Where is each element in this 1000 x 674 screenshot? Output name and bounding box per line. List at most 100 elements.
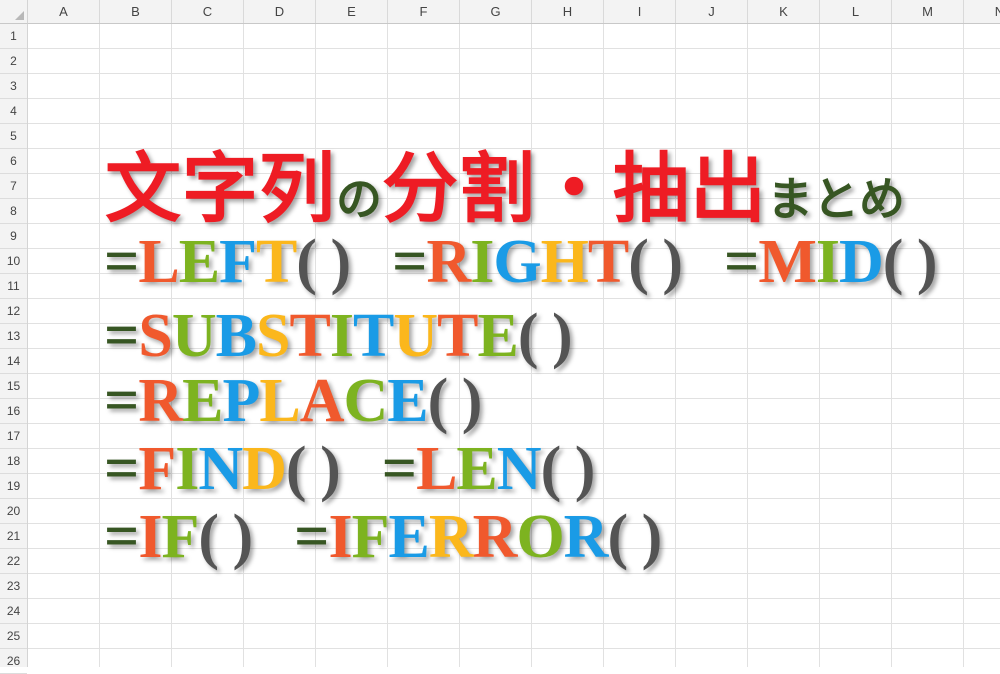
formula-char: E [387, 367, 428, 435]
column-header-c[interactable]: C [172, 0, 244, 23]
formula-char: N [198, 435, 243, 503]
formula-line-3: =REPLACE( ) [104, 366, 483, 437]
formula-char: T [289, 302, 330, 370]
formula-char: = [104, 302, 139, 370]
column-header-b[interactable]: B [100, 0, 172, 23]
formula-char: F [219, 228, 257, 296]
column-header-l[interactable]: L [820, 0, 892, 23]
row-header-26[interactable]: 26 [0, 649, 27, 674]
formula-function: =LEN( ) [381, 435, 596, 503]
row-header-21[interactable]: 21 [0, 524, 27, 549]
formula-function: =SUBSTITUTE( ) [104, 302, 573, 370]
formula-char: ( ) [285, 435, 341, 503]
formula-char: E [178, 228, 220, 296]
row-header-19[interactable]: 19 [0, 474, 27, 499]
formula-char: U [171, 302, 217, 370]
formula-line-1: =LEFT( ) =RIGHT( ) =MID( ) [104, 227, 938, 298]
formula-char: L [416, 435, 457, 503]
formula-char: D [839, 228, 884, 296]
formula-char: E [388, 503, 430, 571]
formula-char: ( ) [628, 228, 683, 296]
title-segment: まとめ [767, 172, 905, 226]
formula-char: = [104, 228, 139, 296]
formula-char: R [428, 503, 474, 571]
formula-function: =MID( ) [723, 228, 938, 296]
formula-char: S [255, 302, 290, 370]
row-header-24[interactable]: 24 [0, 599, 27, 624]
row-header-8[interactable]: 8 [0, 199, 27, 224]
formula-char: ( ) [607, 503, 662, 571]
row-header-23[interactable]: 23 [0, 574, 27, 599]
formula-char: = [104, 435, 139, 503]
title-segment: 分割・抽出 [382, 144, 767, 233]
formula-line-4: =FIND( ) =LEN( ) [104, 434, 596, 505]
formula-char: = [104, 503, 139, 571]
column-header-n[interactable]: N [964, 0, 1000, 23]
row-header-15[interactable]: 15 [0, 374, 27, 399]
formula-char: ( ) [882, 228, 938, 296]
row-header-5[interactable]: 5 [0, 124, 27, 149]
column-header-k[interactable]: K [748, 0, 820, 23]
row-header-3[interactable]: 3 [0, 74, 27, 99]
formula-function: =FIND( ) [104, 435, 341, 503]
column-header-m[interactable]: M [892, 0, 964, 23]
formula-function: =REPLACE( ) [104, 367, 483, 435]
formula-char: C [343, 367, 389, 435]
formula-char: I [175, 435, 199, 503]
select-all-corner[interactable] [0, 0, 28, 24]
formula-char: ( ) [198, 503, 253, 571]
formula-char: = [294, 503, 329, 571]
formula-char: E [477, 302, 518, 370]
formula-char: T [352, 302, 394, 370]
formula-char: H [540, 228, 589, 296]
formula-char: L [138, 228, 179, 296]
formula-char: = [723, 228, 759, 296]
formula-char: D [242, 435, 287, 503]
row-header-14[interactable]: 14 [0, 349, 27, 374]
formula-char: G [493, 228, 541, 296]
formula-char: R [138, 367, 183, 435]
row-header-7[interactable]: 7 [0, 174, 27, 199]
formula-function: =IF( ) [104, 503, 253, 571]
row-header-18[interactable]: 18 [0, 449, 27, 474]
column-header-d[interactable]: D [244, 0, 316, 23]
row-header-13[interactable]: 13 [0, 324, 27, 349]
row-header-10[interactable]: 10 [0, 249, 27, 274]
formula-char: A [299, 367, 345, 435]
column-header-f[interactable]: F [388, 0, 460, 23]
formula-char: E [456, 435, 497, 503]
row-header-11[interactable]: 11 [0, 274, 27, 299]
column-header-e[interactable]: E [316, 0, 388, 23]
row-header-16[interactable]: 16 [0, 399, 27, 424]
select-all-triangle-icon [15, 11, 24, 20]
row-header-9[interactable]: 9 [0, 224, 27, 249]
title-segment: 文字列 [105, 144, 336, 233]
title-heading: 文字列の分割・抽出まとめ [105, 127, 905, 237]
column-header-h[interactable]: H [532, 0, 604, 23]
row-header-25[interactable]: 25 [0, 624, 27, 649]
formula-char: R [472, 503, 518, 571]
formula-char: R [563, 503, 609, 571]
column-header-i[interactable]: I [604, 0, 676, 23]
formula-line-5: =IF( ) =IFERROR( ) [104, 502, 662, 573]
row-header-4[interactable]: 4 [0, 99, 27, 124]
column-header-j[interactable]: J [676, 0, 748, 23]
formula-char: = [381, 435, 417, 503]
formula-char: N [496, 435, 542, 503]
formula-char: T [255, 228, 297, 296]
row-header-20[interactable]: 20 [0, 499, 27, 524]
row-header-22[interactable]: 22 [0, 549, 27, 574]
row-header-1[interactable]: 1 [0, 24, 27, 49]
formula-function: =LEFT( ) [104, 228, 351, 296]
formula-char: F [138, 435, 176, 503]
row-header-17[interactable]: 17 [0, 424, 27, 449]
title-segment: の [336, 172, 382, 226]
formula-char: ( ) [427, 367, 483, 435]
formula-char: I [328, 503, 353, 571]
formula-char: S [138, 302, 172, 370]
column-header-g[interactable]: G [460, 0, 532, 23]
row-header-2[interactable]: 2 [0, 49, 27, 74]
row-header-12[interactable]: 12 [0, 299, 27, 324]
column-header-a[interactable]: A [28, 0, 100, 23]
row-header-6[interactable]: 6 [0, 149, 27, 174]
